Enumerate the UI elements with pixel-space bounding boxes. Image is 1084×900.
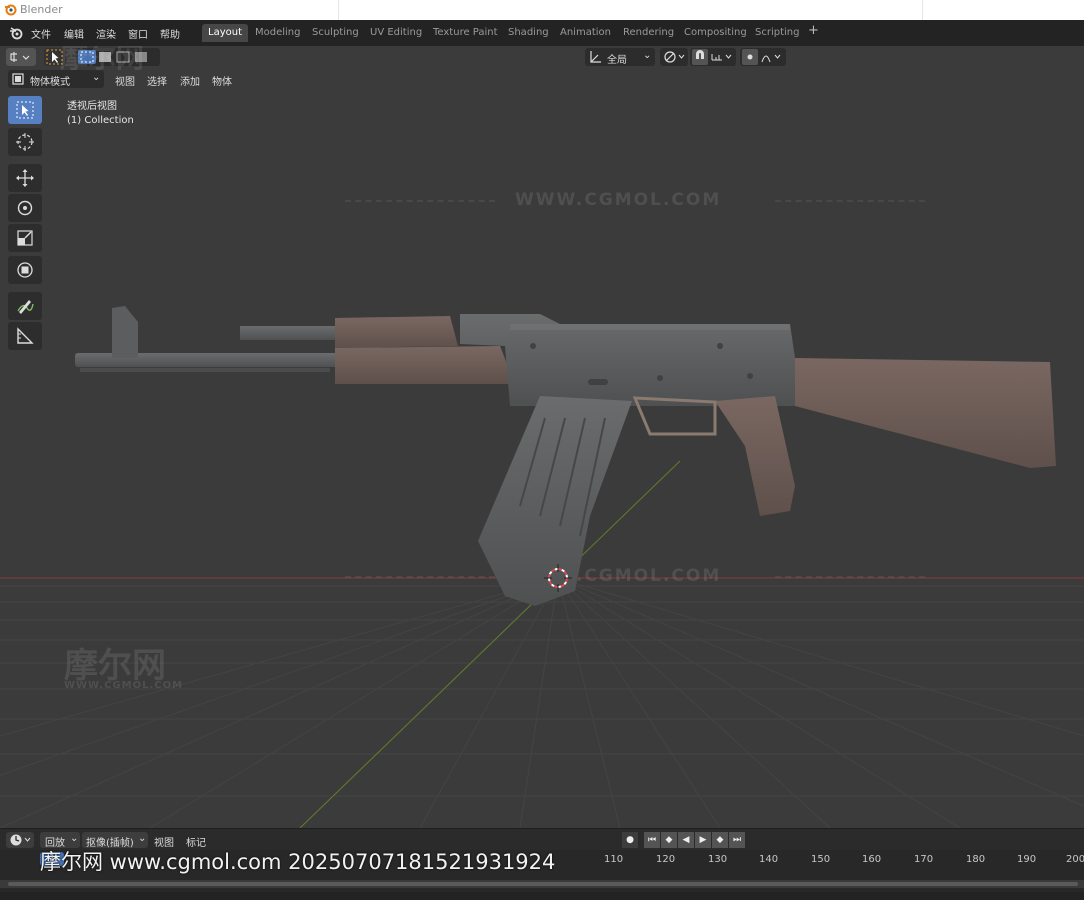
watermark-bottom: 摩尔网 www.cgmol.com 20250707181521931924 (40, 850, 556, 874)
timeline-scrollbar[interactable] (8, 882, 1078, 886)
chevron-down-icon: ⌄ (70, 833, 79, 844)
tab-shading[interactable]: Shading (502, 24, 555, 42)
tab-animation[interactable]: Animation (554, 24, 617, 42)
frame-label: 160 (862, 854, 882, 865)
jump-end-button[interactable]: ⏭ (729, 832, 745, 848)
menu-help[interactable]: 帮助 (160, 26, 180, 41)
top-menu-bar: 文件 编辑 渲染 窗口 帮助 Layout Modeling Sculpting… (0, 20, 1084, 46)
menu-render[interactable]: 渲染 (96, 26, 116, 41)
3d-viewport[interactable]: 全局 ⌄ 物体模式 ⌄ 视图 选择 添加 物体 透视后视图 (1) Collec… (0, 46, 1084, 828)
add-workspace-icon[interactable]: + (808, 23, 819, 38)
window-title: Blender (20, 3, 63, 16)
prev-keyframe-button[interactable]: ◆ (661, 832, 677, 848)
frame-label: 110 (604, 854, 624, 865)
frame-label: 120 (656, 854, 676, 865)
menu-file[interactable]: 文件 (31, 26, 51, 41)
titlebar-divider (922, 0, 923, 20)
play-reverse-button[interactable]: ◀ (678, 832, 694, 848)
frame-label: 150 (811, 854, 831, 865)
tab-texture-paint[interactable]: Texture Paint (427, 24, 504, 42)
frame-label: 200 (1066, 854, 1084, 865)
frame-label: 180 (966, 854, 986, 865)
next-keyframe-button[interactable]: ◆ (712, 832, 728, 848)
titlebar-divider (338, 0, 339, 20)
timeline-editor-type[interactable] (6, 832, 34, 848)
record-button[interactable]: ● (622, 832, 638, 848)
menu-window[interactable]: 窗口 (128, 26, 148, 41)
jump-start-button[interactable]: ⏮ (644, 832, 660, 848)
ak47-model[interactable] (0, 46, 1084, 828)
blender-logo-icon[interactable] (9, 26, 23, 40)
tab-uv-editing[interactable]: UV Editing (364, 24, 428, 42)
tab-layout[interactable]: Layout (202, 24, 248, 42)
menu-edit[interactable]: 编辑 (64, 26, 84, 41)
frame-label: 130 (708, 854, 728, 865)
frame-label: 170 (914, 854, 934, 865)
tab-scripting[interactable]: Scripting (749, 24, 805, 42)
tab-sculpting[interactable]: Sculpting (306, 24, 365, 42)
tab-compositing[interactable]: Compositing (678, 24, 753, 42)
status-bar (0, 892, 1084, 900)
play-button[interactable]: ▶ (695, 832, 711, 848)
clock-icon (10, 834, 31, 846)
blender-app-icon (5, 4, 17, 16)
window-titlebar: Blender (0, 0, 1084, 20)
tab-rendering[interactable]: Rendering (617, 24, 680, 42)
chevron-down-icon: ⌄ (138, 833, 147, 844)
frame-label: 190 (1017, 854, 1037, 865)
tab-modeling[interactable]: Modeling (249, 24, 307, 42)
frame-label: 140 (759, 854, 779, 865)
